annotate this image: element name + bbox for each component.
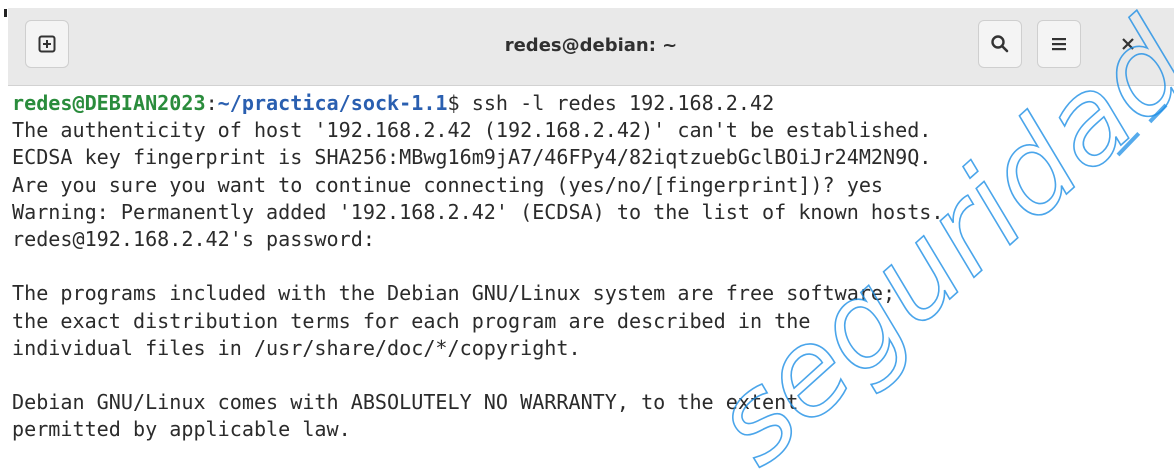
terminal-window: redes@debian: ~ redes@DEBIAN2023:~/pract… [0,0,1174,470]
output-line: ECDSA key fingerprint is SHA256:MBwg16m9… [12,145,932,170]
close-button[interactable] [1108,20,1148,68]
close-icon [1122,38,1134,50]
output-line: the exact distribution terms for each pr… [12,308,811,333]
output-line: redes@192.168.2.42's password: [12,226,375,251]
output-line: permitted by applicable law. [12,417,351,442]
output-line: The programs included with the Debian GN… [12,281,896,306]
output-line: individual files in /usr/share/doc/*/cop… [12,335,581,360]
menu-button[interactable] [1037,20,1081,68]
output-line: The authenticity of host '192.168.2.42 (… [12,118,932,143]
command-text: $ ssh -l redes 192.168.2.42 [447,91,775,115]
prompt-path: ~/practica/sock-1.1 [217,91,448,115]
hamburger-menu-icon [1052,38,1066,51]
search-icon [991,35,1009,53]
new-tab-icon [38,35,56,53]
command-line: redes@DEBIAN2023:~/practica/sock-1.1$ ss… [12,90,1174,117]
prompt-separator: : [205,91,218,115]
prompt-user-host: redes@DEBIAN2023 [12,91,206,115]
search-button[interactable] [978,20,1022,68]
output-line: Are you sure you want to continue connec… [12,172,884,197]
output-line: Debian GNU/Linux comes with ABSOLUTELY N… [12,390,799,415]
output-line: Warning: Permanently added '192.168.2.42… [12,199,944,224]
window-corner-mark [4,9,7,17]
new-tab-button[interactable] [25,20,69,68]
title-bar[interactable]: redes@debian: ~ [8,8,1174,86]
terminal-output[interactable]: redes@DEBIAN2023:~/practica/sock-1.1$ ss… [8,86,1174,470]
